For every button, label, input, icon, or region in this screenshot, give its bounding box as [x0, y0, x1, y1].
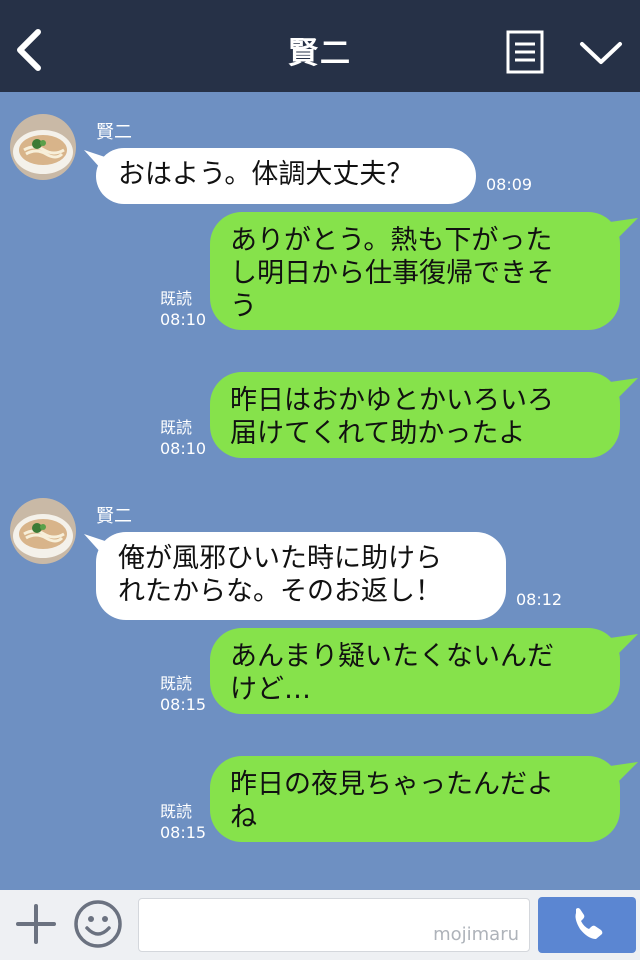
- message-meta: 既読 08:15: [160, 673, 206, 715]
- notes-menu-icon[interactable]: [506, 30, 544, 74]
- smiley-icon[interactable]: [72, 898, 124, 950]
- read-receipt: 既読: [160, 418, 193, 437]
- watermark: mojimaru: [433, 924, 519, 945]
- sender-name: 賢二: [96, 122, 132, 143]
- plus-icon[interactable]: [14, 902, 58, 946]
- message-line: おはよう。体調大丈夫？: [118, 159, 414, 190]
- noodle-bowl-icon: [10, 498, 76, 564]
- contact-avatar[interactable]: [10, 114, 76, 180]
- phone-icon: [575, 908, 603, 939]
- chat-title: 賢二: [288, 36, 352, 71]
- message-line: 昨日はおかゆとかいろいろ: [230, 385, 554, 416]
- message-bubble-outgoing[interactable]: ありがとう。熱も下がった し明日から仕事復帰できそ う: [210, 212, 620, 330]
- message-input[interactable]: mojimaru: [138, 898, 530, 952]
- bubble-tail: [610, 378, 638, 398]
- message-bubble-outgoing[interactable]: 昨日の夜見ちゃったんだよ ね: [210, 756, 620, 842]
- message-time: 08:15: [160, 823, 207, 842]
- message-line: ね: [230, 802, 257, 833]
- sender-name: 賢二: [96, 506, 132, 527]
- message-time: 08:09: [486, 175, 533, 194]
- message-time: 08:15: [160, 695, 207, 714]
- bubble-tail: [610, 634, 638, 654]
- message-meta: 既読 08:10: [160, 288, 206, 330]
- message-meta: 既読 08:15: [160, 801, 206, 843]
- message-line: ありがとう。熱も下がった: [230, 225, 553, 256]
- read-receipt: 既読: [160, 289, 193, 308]
- message-line: し明日から仕事復帰できそ: [230, 258, 554, 289]
- message-bubble-incoming[interactable]: おはよう。体調大丈夫？: [96, 148, 476, 204]
- bubble-tail: [610, 762, 638, 782]
- message-line: 俺が風邪ひいた時に助けら: [118, 543, 442, 574]
- message-line: 昨日の夜見ちゃったんだよ: [230, 769, 554, 800]
- message-line: う: [230, 291, 257, 322]
- chat-header: 賢二: [0, 0, 640, 92]
- message-line: れたからな。そのお返し！: [118, 576, 442, 607]
- message-bubble-outgoing[interactable]: 昨日はおかゆとかいろいろ 届けてくれて助かったよ: [210, 372, 620, 458]
- noodle-bowl-icon: [10, 114, 76, 180]
- message-meta: 既読 08:10: [160, 417, 206, 459]
- bubble-tail: [610, 218, 638, 238]
- contact-avatar[interactable]: [10, 498, 76, 564]
- message-bubble-incoming[interactable]: 俺が風邪ひいた時に助けら れたからな。そのお返し！: [96, 532, 506, 620]
- read-receipt: 既読: [160, 802, 193, 821]
- message-list[interactable]: 賢二 おはよう。体調大丈夫？ 08:09 既読 08:10 ありがとう。熱も下が…: [0, 92, 640, 890]
- message-time: 08:12: [516, 590, 563, 609]
- chevron-down-icon[interactable]: [578, 38, 624, 68]
- call-button[interactable]: [538, 897, 636, 953]
- message-line: あんまり疑いたくないんだ: [230, 641, 554, 672]
- message-line: けど…: [230, 674, 311, 705]
- message-time: 08:10: [160, 439, 207, 458]
- message-bubble-outgoing[interactable]: あんまり疑いたくないんだ けど…: [210, 628, 620, 714]
- message-line: 届けてくれて助かったよ: [230, 418, 526, 449]
- message-time: 08:10: [160, 310, 207, 329]
- read-receipt: 既読: [160, 674, 193, 693]
